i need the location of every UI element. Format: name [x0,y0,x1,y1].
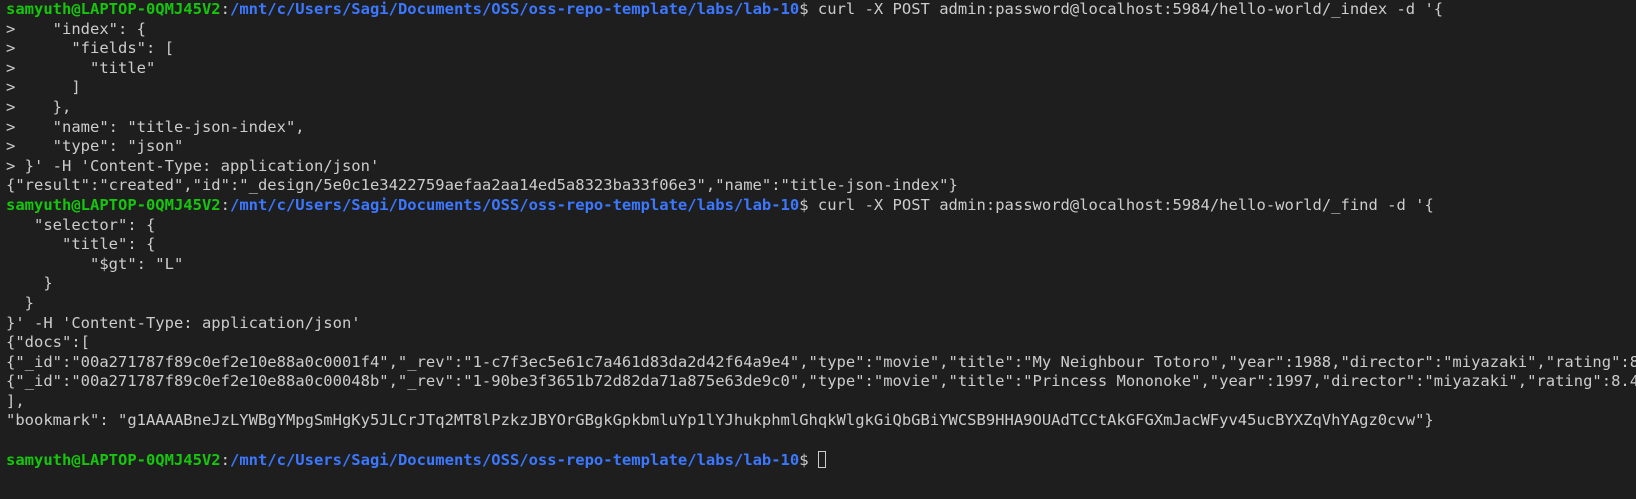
command-output: {"_id":"00a271787f89c0ef2e10e88a0c00048b… [6,372,1636,391]
command-continuation: > ] [6,78,81,97]
prompt-path: /mnt/c/Users/Sagi/Documents/OSS/oss-repo… [229,450,800,469]
prompt-line: samyuth@LAPTOP-0QMJ45V2:/mnt/c/Users/Sag… [6,196,1636,216]
command-continuation: > }, [6,97,72,116]
command-continuation: > }' -H 'Content-Type: application/json' [6,156,380,175]
command-continuation: "selector": { [6,215,156,234]
command-continuation: > "title" [6,58,156,77]
prompt-separator: : [220,195,230,214]
prompt-path: /mnt/c/Users/Sagi/Documents/OSS/oss-repo… [229,0,800,18]
command-continuation: } [6,293,34,312]
command-text: curl -X POST admin:password@localhost:59… [817,195,1434,214]
prompt-line: samyuth@LAPTOP-0QMJ45V2:/mnt/c/Users/Sag… [6,0,1636,20]
command-output: ], [6,391,25,410]
command-output: "bookmark": "g1AAAABneJzLYWBgYMpgSmHgKy5… [6,411,1434,430]
command-continuation: "title": { [6,235,156,254]
command-continuation: > "type": "json" [6,137,184,156]
command-output: {"_id":"00a271787f89c0ef2e10e88a0c0001f4… [6,352,1636,371]
command-output: {"docs":[ [6,333,90,352]
command-continuation: }' -H 'Content-Type: application/json' [6,313,361,332]
prompt-user-host: samyuth@LAPTOP-0QMJ45V2 [6,450,221,469]
command-continuation: > "index": { [6,19,146,38]
text-cursor[interactable] [817,450,826,468]
prompt-symbol: $ [799,195,818,214]
prompt-symbol: $ [799,450,818,469]
command-output: {"result":"created","id":"_design/5e0c1e… [6,176,958,195]
prompt-symbol: $ [799,0,818,18]
command-continuation: > "name": "title-json-index", [6,117,305,136]
command-text: curl -X POST admin:password@localhost:59… [817,0,1444,18]
prompt-user-host: samyuth@LAPTOP-0QMJ45V2 [6,0,221,18]
active-prompt-line[interactable]: samyuth@LAPTOP-0QMJ45V2:/mnt/c/Users/Sag… [6,450,1636,471]
prompt-user-host: samyuth@LAPTOP-0QMJ45V2 [6,195,221,214]
command-continuation: } [6,274,53,293]
command-continuation: "$gt": "L" [6,254,184,273]
prompt-separator: : [220,0,230,18]
terminal-window[interactable]: samyuth@LAPTOP-0QMJ45V2:/mnt/c/Users/Sag… [0,0,1636,499]
prompt-separator: : [220,450,230,469]
prompt-path: /mnt/c/Users/Sagi/Documents/OSS/oss-repo… [229,195,800,214]
command-continuation: > "fields": [ [6,39,174,58]
